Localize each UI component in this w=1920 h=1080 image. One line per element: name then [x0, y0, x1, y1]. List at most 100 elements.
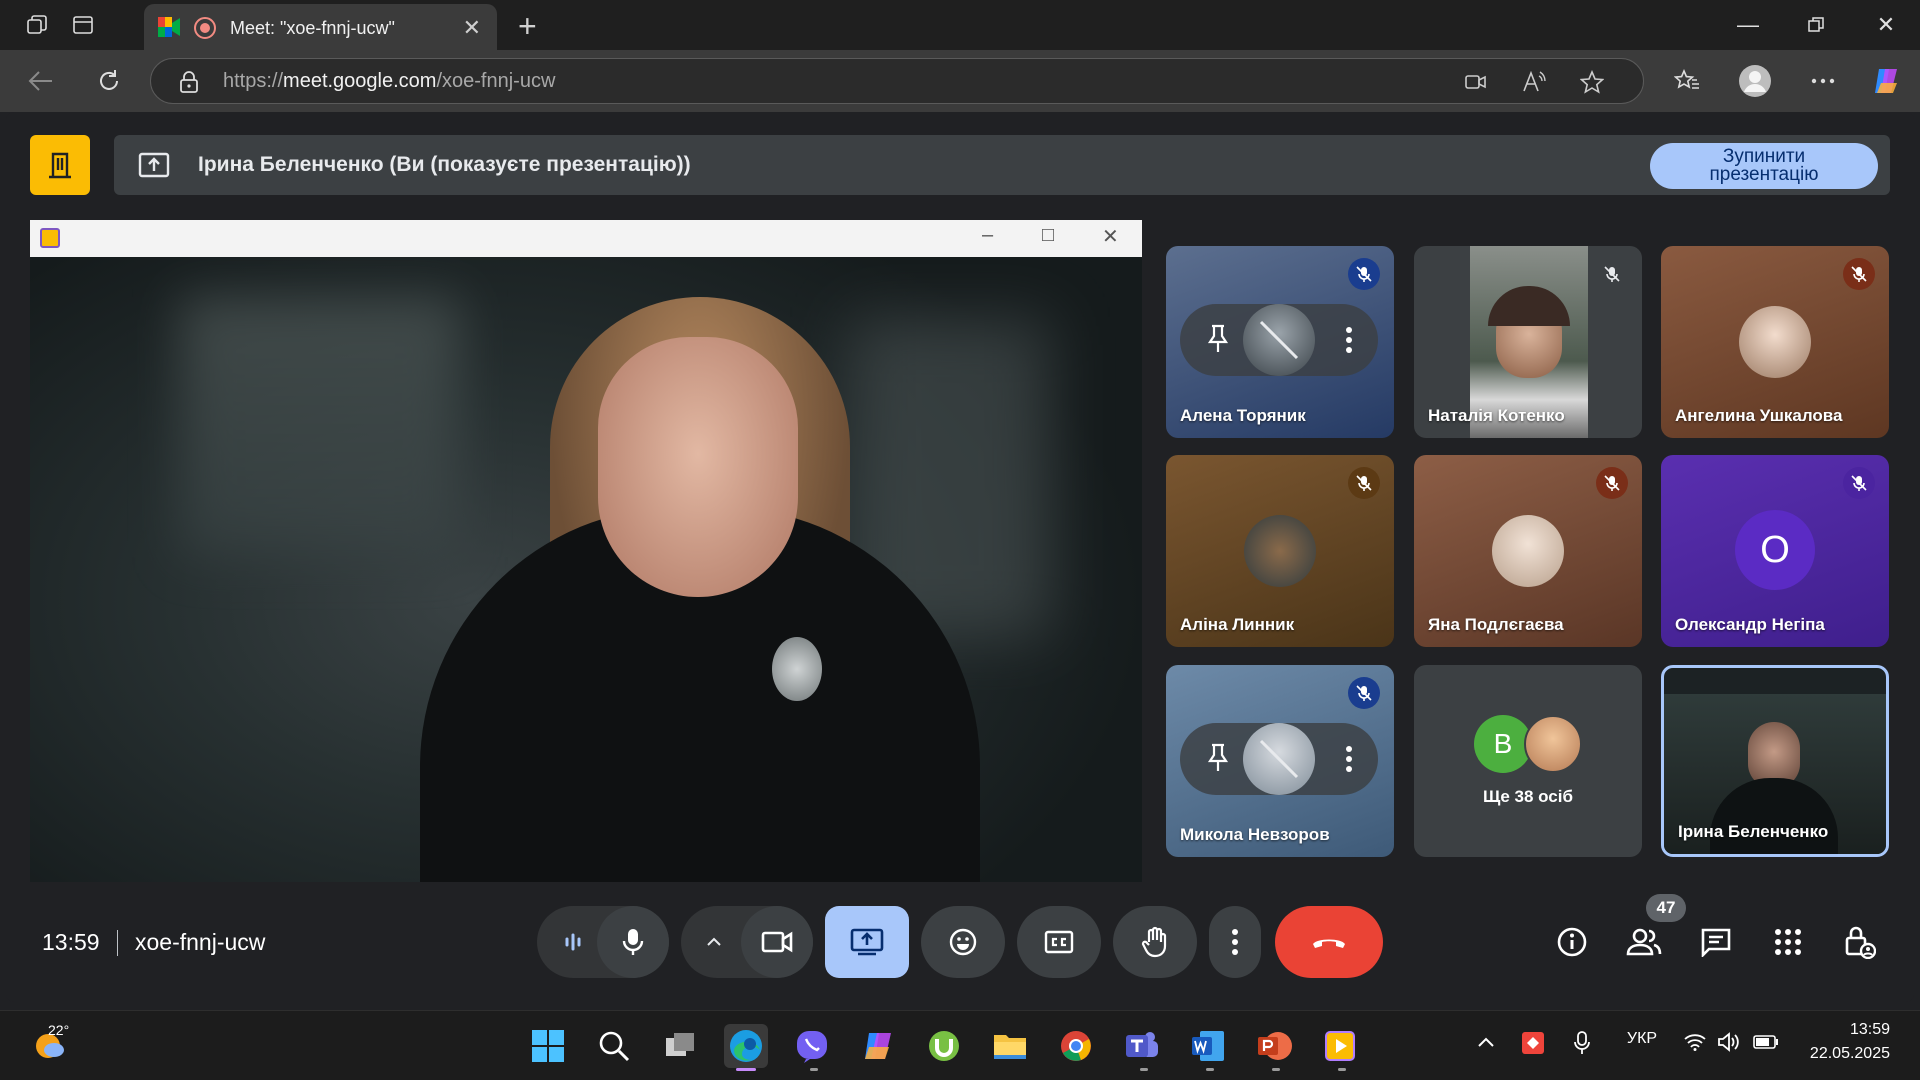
volume-icon[interactable]	[1716, 1030, 1742, 1054]
task-view-icon[interactable]	[658, 1024, 702, 1068]
people-icon[interactable]	[1624, 922, 1664, 962]
mic-off-icon	[1843, 467, 1875, 499]
restore-window-button[interactable]	[1796, 8, 1836, 42]
viber-app-icon[interactable]	[790, 1024, 834, 1068]
new-tab-button[interactable]: +	[518, 8, 537, 45]
presented-window: – □ ✕	[30, 220, 1142, 882]
browser-tab-active[interactable]: Meet: "xoe-fnnj-ucw" ✕	[144, 4, 497, 50]
participant-name: Микола Невзоров	[1180, 825, 1330, 844]
mic-off-icon	[1348, 258, 1380, 290]
battery-icon[interactable]	[1752, 1030, 1780, 1054]
mic-off-icon	[1596, 467, 1628, 499]
close-tab-icon[interactable]: ✕	[463, 15, 481, 41]
system-date[interactable]: 22.05.2025	[1790, 1045, 1890, 1063]
read-aloud-icon[interactable]	[1521, 69, 1547, 95]
presenting-text: Ірина Беленченко (Ви (показуєте презента…	[198, 153, 691, 176]
input-language[interactable]: УКР	[1622, 1030, 1662, 1048]
running-indicator	[810, 1068, 818, 1071]
edge-app-icon[interactable]	[724, 1024, 768, 1068]
running-indicator	[1338, 1068, 1346, 1071]
video-control-group	[681, 906, 813, 978]
recording-indicator-icon	[194, 17, 216, 39]
leave-call-button[interactable]	[1275, 906, 1383, 978]
chevron-up-icon[interactable]	[681, 906, 747, 978]
word-app-icon[interactable]	[1186, 1024, 1230, 1068]
workspaces-icon[interactable]	[22, 10, 52, 40]
mic-off-icon	[1243, 723, 1315, 795]
participant-tile[interactable]: Аліна Линник	[1166, 455, 1394, 647]
camera-in-use-icon[interactable]	[1463, 69, 1489, 95]
tab-actions-icon[interactable]	[68, 10, 98, 40]
present-now-button[interactable]	[825, 906, 909, 978]
chevron-up-icon[interactable]	[1474, 1030, 1498, 1054]
mic-off-icon	[1348, 677, 1380, 709]
close-icon[interactable]: ✕	[1102, 224, 1119, 249]
captions-button[interactable]	[1017, 906, 1101, 978]
more-options-icon[interactable]	[1346, 326, 1352, 354]
anydesk-tray-icon[interactable]	[1520, 1030, 1546, 1056]
participant-tile[interactable]: Яна Подлєгаєва	[1414, 455, 1642, 647]
chat-icon[interactable]	[1696, 922, 1736, 962]
maximize-icon[interactable]: □	[1042, 224, 1054, 247]
utorrent-app-icon[interactable]	[922, 1024, 966, 1068]
search-icon[interactable]	[592, 1024, 636, 1068]
avatar: О	[1735, 510, 1815, 590]
participant-tile[interactable]: Микола Невзоров	[1166, 665, 1394, 857]
media-player-app-icon[interactable]	[1318, 1024, 1362, 1068]
teams-app-icon[interactable]	[1120, 1024, 1164, 1068]
stop-presenting-button[interactable]: Зупинити презентацію	[1650, 143, 1878, 189]
chrome-app-icon[interactable]	[1054, 1024, 1098, 1068]
favorite-star-icon[interactable]	[1579, 69, 1605, 95]
participant-tile[interactable]: Наталія Котенко	[1414, 246, 1642, 438]
tile-hover-controls	[1180, 723, 1378, 795]
google-meet-icon	[158, 17, 180, 37]
presenting-banner: Ірина Беленченко (Ви (показуєте презента…	[114, 135, 1890, 195]
wifi-icon[interactable]	[1682, 1030, 1708, 1054]
file-explorer-app-icon[interactable]	[988, 1024, 1032, 1068]
more-options-button[interactable]	[1209, 906, 1261, 978]
lock-icon[interactable]	[179, 71, 199, 93]
meeting-clock: 13:59	[42, 929, 100, 955]
participant-name: Наталія Котенко	[1428, 406, 1565, 425]
present-screen-icon	[138, 151, 170, 179]
microphone-tray-icon[interactable]	[1570, 1030, 1594, 1056]
avatar	[1524, 715, 1582, 773]
more-participants-tile[interactable]: B Ще 38 осіб	[1414, 665, 1642, 857]
more-options-icon[interactable]	[1806, 64, 1840, 98]
system-time[interactable]: 13:59	[1790, 1021, 1890, 1039]
minimize-icon[interactable]: –	[982, 224, 993, 247]
microphone-button[interactable]	[597, 906, 669, 978]
start-button[interactable]	[526, 1024, 570, 1068]
minimize-window-button[interactable]: —	[1728, 8, 1768, 42]
copilot-icon[interactable]	[1870, 64, 1904, 98]
address-bar[interactable]: https://meet.google.com/xoe-fnnj-ucw	[150, 58, 1644, 104]
participant-name: Олександр Негіпа	[1675, 615, 1825, 634]
close-window-button[interactable]: ✕	[1866, 8, 1906, 42]
pin-icon[interactable]	[1206, 324, 1230, 354]
participant-tile[interactable]: Алена Торяник	[1166, 246, 1394, 438]
host-controls-lock-icon[interactable]	[1840, 922, 1880, 962]
participant-tile[interactable]: Ангелина Ушкалова	[1661, 246, 1889, 438]
camera-button[interactable]	[741, 906, 813, 978]
participant-name: Ірина Беленченко	[1678, 822, 1829, 841]
media-player-icon	[40, 228, 60, 248]
favorites-icon[interactable]	[1670, 64, 1704, 98]
self-tile[interactable]: Ірина Беленченко	[1661, 665, 1889, 857]
reload-icon[interactable]	[92, 64, 126, 98]
more-options-icon[interactable]	[1346, 745, 1352, 773]
door-icon[interactable]	[30, 135, 90, 195]
back-arrow-icon[interactable]	[24, 64, 58, 98]
copilot-app-icon[interactable]	[856, 1024, 900, 1068]
pin-icon[interactable]	[1206, 743, 1230, 773]
avatar	[1492, 515, 1564, 587]
activities-icon[interactable]	[1768, 922, 1808, 962]
meeting-details-icon[interactable]	[1552, 922, 1592, 962]
powerpoint-app-icon[interactable]	[1252, 1024, 1296, 1068]
participant-tile[interactable]: О Олександр Негіпа	[1661, 455, 1889, 647]
raise-hand-button[interactable]	[1113, 906, 1197, 978]
active-indicator	[736, 1068, 756, 1071]
profile-avatar[interactable]	[1738, 64, 1772, 98]
more-participants-label: Ще 38 осіб	[1483, 787, 1573, 806]
reactions-button[interactable]	[921, 906, 1005, 978]
audio-control-group	[537, 906, 669, 978]
